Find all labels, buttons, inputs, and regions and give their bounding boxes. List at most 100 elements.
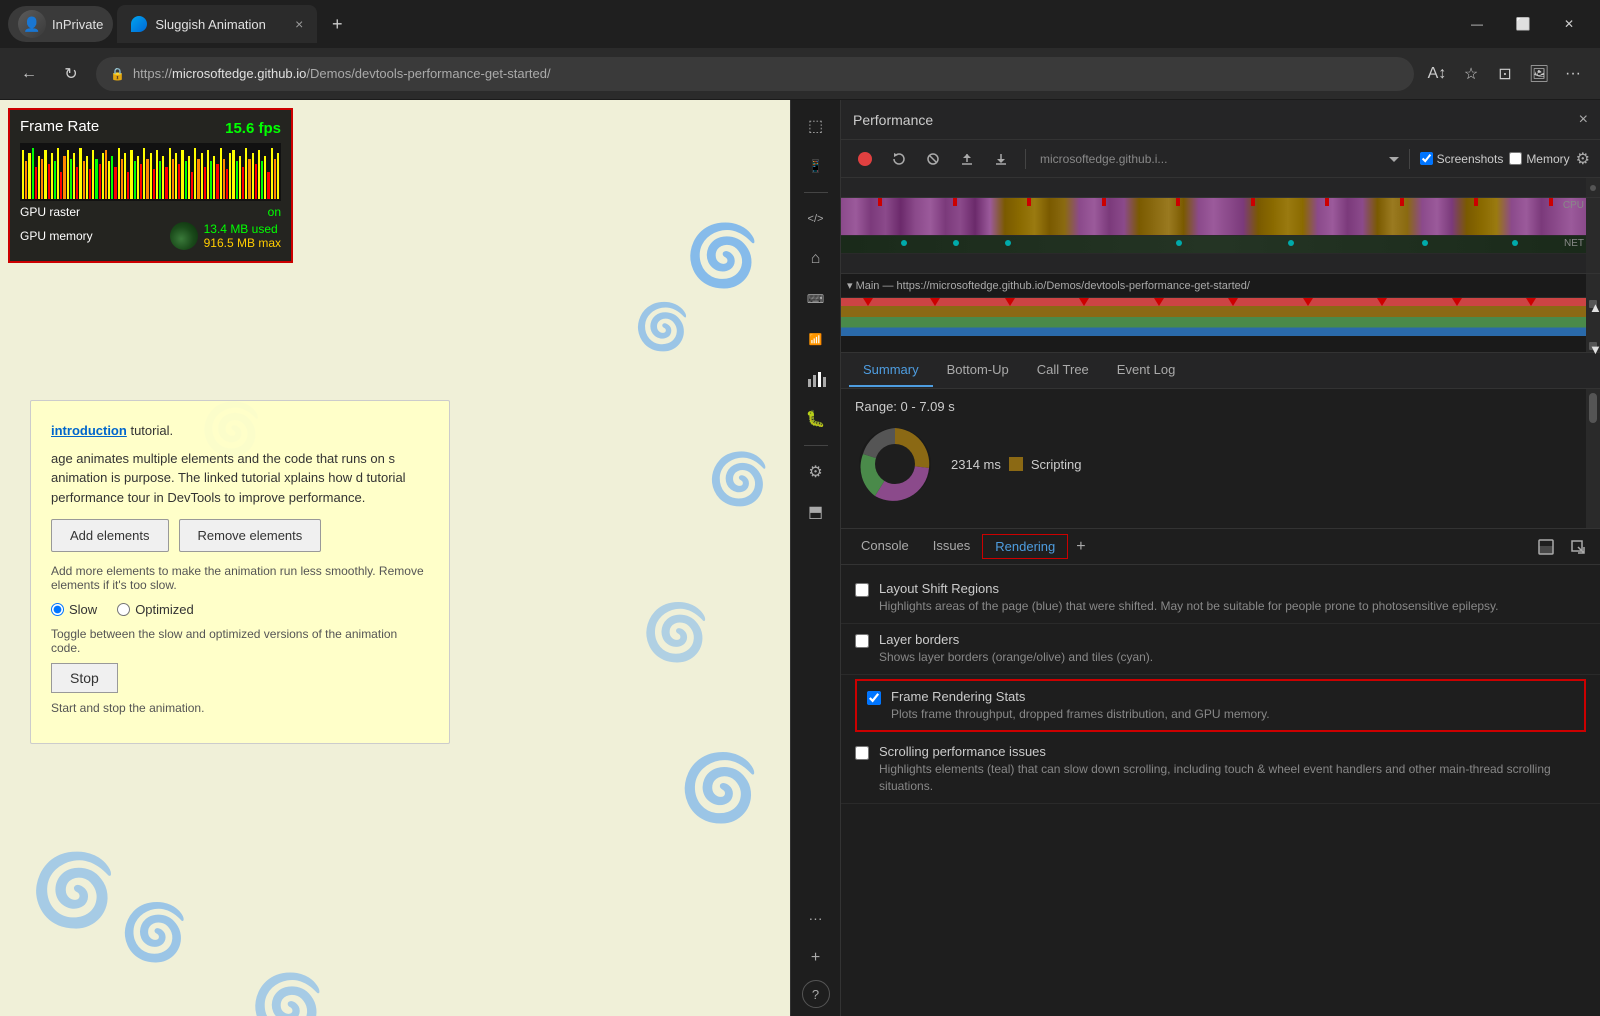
radio-hint: Toggle between the slow and optimized ve… xyxy=(51,627,429,655)
stop-button[interactable]: Stop xyxy=(51,663,118,693)
cpu-label: CPU xyxy=(1563,200,1584,211)
bottom-up-tab[interactable]: Bottom-Up xyxy=(933,354,1023,387)
network-panel-icon[interactable]: 📶 xyxy=(798,321,834,357)
event-log-tab[interactable]: Event Log xyxy=(1103,354,1190,387)
inspect-tool-icon[interactable]: ⬚ xyxy=(798,108,834,144)
rendering-tab[interactable]: Rendering xyxy=(982,534,1068,559)
memory-checkbox[interactable] xyxy=(1509,152,1522,165)
tab-close-button[interactable]: × xyxy=(295,16,303,32)
refresh-button[interactable]: ↻ xyxy=(54,57,88,91)
remove-elements-button[interactable]: Remove elements xyxy=(179,519,322,552)
call-tree-tab[interactable]: Call Tree xyxy=(1023,354,1103,387)
optimized-radio[interactable]: Optimized xyxy=(117,602,194,617)
layer-borders-text: Layer borders Shows layer borders (orang… xyxy=(879,632,1586,666)
timeline-scroll-top[interactable] xyxy=(1586,178,1600,197)
devtools-title: Performance xyxy=(853,112,1579,128)
layer-borders-checkbox[interactable] xyxy=(855,634,869,648)
console-tab[interactable]: Console xyxy=(849,530,921,563)
optimized-radio-input[interactable] xyxy=(117,603,130,616)
layout-shift-checkbox[interactable] xyxy=(855,583,869,597)
url-box[interactable]: 🔒 https://microsoftedge.github.io/Demos/… xyxy=(96,57,1414,91)
devtools-panel: Performance × microsoftedge.github.i... xyxy=(840,100,1600,1016)
settings-gear-button[interactable]: ⚙ xyxy=(1576,149,1590,169)
restore-button[interactable]: ⬜ xyxy=(1500,8,1546,40)
reload-record-button[interactable] xyxy=(885,145,913,173)
dock-button[interactable] xyxy=(1532,533,1560,561)
sidebar-separator-1 xyxy=(804,192,828,193)
split-screen-icon[interactable]: ⊡ xyxy=(1490,59,1520,89)
clear-button[interactable] xyxy=(919,145,947,173)
new-tab-button[interactable]: + xyxy=(321,8,353,40)
analysis-tabs: Summary Bottom-Up Call Tree Event Log xyxy=(841,353,1600,389)
gpu-mem-used: 13.4 MB used xyxy=(204,222,281,236)
console-panel-icon[interactable]: ⌨ xyxy=(798,281,834,317)
summary-vscroll xyxy=(1586,389,1600,528)
summary-chart: 2314 ms Scripting xyxy=(855,424,1572,504)
layout-shift-text: Layout Shift Regions Highlights areas of… xyxy=(879,581,1586,615)
elements-panel-icon[interactable]: </> xyxy=(798,201,834,237)
scrolling-perf-checkbox[interactable] xyxy=(855,746,869,760)
profile-button[interactable]: 👤 InPrivate xyxy=(8,6,113,42)
bug-icon[interactable]: 🐛 xyxy=(798,401,834,437)
back-button[interactable]: ← xyxy=(12,57,46,91)
close-button[interactable]: ✕ xyxy=(1546,8,1592,40)
optimized-label: Optimized xyxy=(135,602,194,617)
devtools-close-button[interactable]: × xyxy=(1579,111,1588,129)
screenshots-checkbox-label[interactable]: Screenshots xyxy=(1420,152,1504,166)
tab-title: Sluggish Animation xyxy=(155,17,266,32)
minimize-button[interactable]: — xyxy=(1454,8,1500,40)
active-tab[interactable]: Sluggish Animation × xyxy=(117,5,317,43)
body-text: age animates multiple elements and the c… xyxy=(51,449,429,508)
undock-button[interactable] xyxy=(1564,533,1592,561)
upload-button[interactable] xyxy=(953,145,981,173)
slow-radio[interactable]: Slow xyxy=(51,602,97,617)
add-elements-button[interactable]: Add elements xyxy=(51,519,169,552)
add-tab-button[interactable]: + xyxy=(1068,534,1093,560)
frame-rendering-checkbox[interactable] xyxy=(867,691,881,705)
gpu-raster-label: GPU raster xyxy=(20,205,80,219)
scrolling-perf-title: Scrolling performance issues xyxy=(879,744,1586,759)
performance-panel-icon[interactable] xyxy=(798,361,834,397)
url-protocol: https:// xyxy=(133,66,172,81)
action-buttons: Add elements Remove elements xyxy=(51,519,429,552)
cpu-scroll xyxy=(1586,198,1600,235)
device-emulation-icon[interactable]: 📱 xyxy=(798,148,834,184)
devtools-sidebar: ⬚ 📱 </> ⌂ ⌨ 📶 🐛 ⚙ ⬒ ··· + ? xyxy=(790,100,840,1016)
more-tools-icon[interactable]: ··· xyxy=(798,900,834,936)
more-tools-icon[interactable]: ··· xyxy=(1558,59,1588,89)
download-button[interactable] xyxy=(987,145,1015,173)
layer-borders-title: Layer borders xyxy=(879,632,1586,647)
storage-icon[interactable]: ⬒ xyxy=(798,494,834,530)
screenshots-label: Screenshots xyxy=(1437,152,1504,166)
issues-tab[interactable]: Issues xyxy=(921,530,983,563)
record-button[interactable] xyxy=(851,145,879,173)
frame-rendering-desc: Plots frame throughput, dropped frames d… xyxy=(891,706,1574,723)
add-tab-icon[interactable]: + xyxy=(798,940,834,976)
gpu-mem-max: 916.5 MB max xyxy=(204,236,281,250)
add-hint: Add more elements to make the animation … xyxy=(51,564,429,592)
scroll-down-arrow[interactable]: ▼ xyxy=(1589,342,1597,350)
screenshot-icon[interactable]: 🖼 xyxy=(1524,59,1554,89)
read-aloud-icon[interactable]: A↕ xyxy=(1422,59,1452,89)
address-bar-icons: A↕ ☆ ⊡ 🖼 ··· xyxy=(1422,59,1588,89)
intro-link[interactable]: introduction xyxy=(51,423,127,438)
scripting-ms: 2314 ms xyxy=(951,457,1001,472)
settings-icon[interactable]: ⚙ xyxy=(798,454,834,490)
main-track-label: ▾ Main — https://microsoftedge.github.io… xyxy=(847,279,1250,292)
scripting-label: Scripting xyxy=(1031,457,1082,472)
layout-shift-desc: Highlights areas of the page (blue) that… xyxy=(879,598,1586,615)
lock-icon: 🔒 xyxy=(110,67,125,81)
favorites-icon[interactable]: ☆ xyxy=(1456,59,1486,89)
performance-toolbar: microsoftedge.github.i... Screenshots Me… xyxy=(841,140,1600,178)
scroll-up-arrow[interactable]: ▲ xyxy=(1589,300,1597,308)
profile-avatar: 👤 xyxy=(18,10,46,38)
home-icon[interactable]: ⌂ xyxy=(798,241,834,277)
profile-label: InPrivate xyxy=(52,17,103,32)
help-icon[interactable]: ? xyxy=(802,980,830,1008)
memory-checkbox-label[interactable]: Memory xyxy=(1509,152,1569,166)
frame-rendering-item: Frame Rendering Stats Plots frame throug… xyxy=(855,679,1586,733)
screenshots-checkbox[interactable] xyxy=(1420,152,1433,165)
bottom-devtools-tabs: Console Issues Rendering + xyxy=(841,529,1600,565)
slow-radio-input[interactable] xyxy=(51,603,64,616)
summary-tab[interactable]: Summary xyxy=(849,354,933,387)
